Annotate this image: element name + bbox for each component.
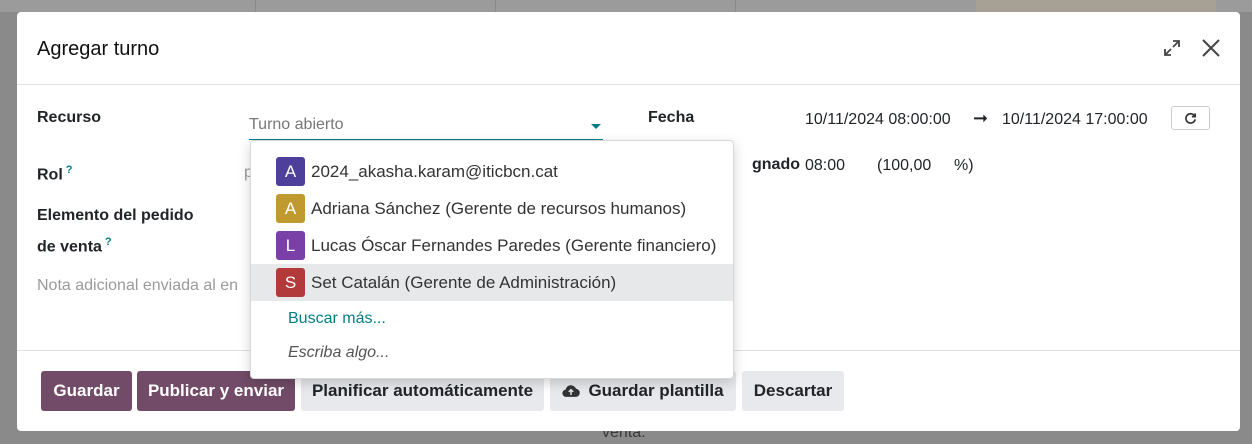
dialog-header: Agregar turno — [17, 12, 1240, 85]
avatar: A — [276, 157, 305, 186]
resource-input[interactable]: Turno abierto — [249, 114, 603, 140]
avatar: A — [276, 194, 305, 223]
role-label-text: Rol — [37, 166, 63, 184]
allocated-hours[interactable]: 08:00 — [805, 157, 845, 175]
help-icon[interactable]: ? — [66, 164, 73, 176]
option-label: Adriana Sánchez (Gerente de recursos hum… — [311, 198, 687, 218]
background-column-divider — [735, 0, 736, 12]
allocated-percent[interactable]: (100,00 — [877, 157, 931, 175]
type-hint: Escriba algo... — [288, 344, 390, 361]
sale-line-label-line1: Elemento del pedido — [37, 207, 194, 224]
allocated-percent-unit: %) — [954, 157, 974, 174]
resource-placeholder: Turno abierto — [249, 116, 344, 133]
refresh-icon — [1185, 112, 1196, 124]
save-button[interactable]: Guardar — [41, 371, 132, 411]
dialog-title: Agregar turno — [37, 38, 160, 60]
resource-label: Recurso — [37, 109, 102, 126]
note-input[interactable]: Nota adicional enviada al en — [37, 277, 238, 295]
option-label: Set Catalán (Gerente de Administración) — [311, 272, 617, 292]
role-label: Rol? — [37, 157, 73, 188]
help-icon[interactable]: ? — [105, 236, 112, 248]
allocated-label: gnado — [752, 156, 800, 173]
date-start[interactable]: 10/11/2024 08:00:00 — [805, 111, 951, 129]
resource-dropdown: A 2024_akasha.karam@iticbcn.cat A Adrian… — [250, 140, 734, 379]
date-end[interactable]: 10/11/2024 17:00:00 — [1002, 111, 1148, 129]
sale-line-label-line2: de venta? — [37, 236, 112, 256]
dropdown-option[interactable]: L Lucas Óscar Fernandes Paredes (Gerente… — [251, 227, 733, 264]
cloud-upload-icon — [562, 385, 581, 397]
dropdown-option[interactable]: S Set Catalán (Gerente de Administración… — [251, 264, 733, 301]
arrow-right-icon: ➞ — [973, 108, 989, 128]
close-icon[interactable] — [1199, 36, 1223, 60]
option-label: 2024_akasha.karam@iticbcn.cat — [311, 161, 558, 181]
caret-down-icon[interactable] — [591, 124, 601, 129]
background-column-divider — [495, 0, 496, 12]
background-cell — [976, 0, 1216, 12]
date-label: Fecha — [648, 109, 695, 126]
avatar: S — [276, 268, 305, 297]
search-more-link[interactable]: Buscar más... — [288, 310, 386, 328]
avatar: L — [276, 231, 305, 260]
sale-line-label: Elemento del pedido de venta? — [37, 203, 193, 260]
expand-icon[interactable] — [1160, 36, 1184, 60]
option-label: Lucas Óscar Fernandes Paredes (Gerente f… — [311, 235, 717, 255]
background-column-divider — [255, 0, 256, 12]
discard-button[interactable]: Descartar — [742, 371, 844, 411]
refresh-button[interactable] — [1171, 106, 1210, 130]
dropdown-option[interactable]: A 2024_akasha.karam@iticbcn.cat — [251, 153, 733, 190]
dropdown-option[interactable]: A Adriana Sánchez (Gerente de recursos h… — [251, 190, 733, 227]
